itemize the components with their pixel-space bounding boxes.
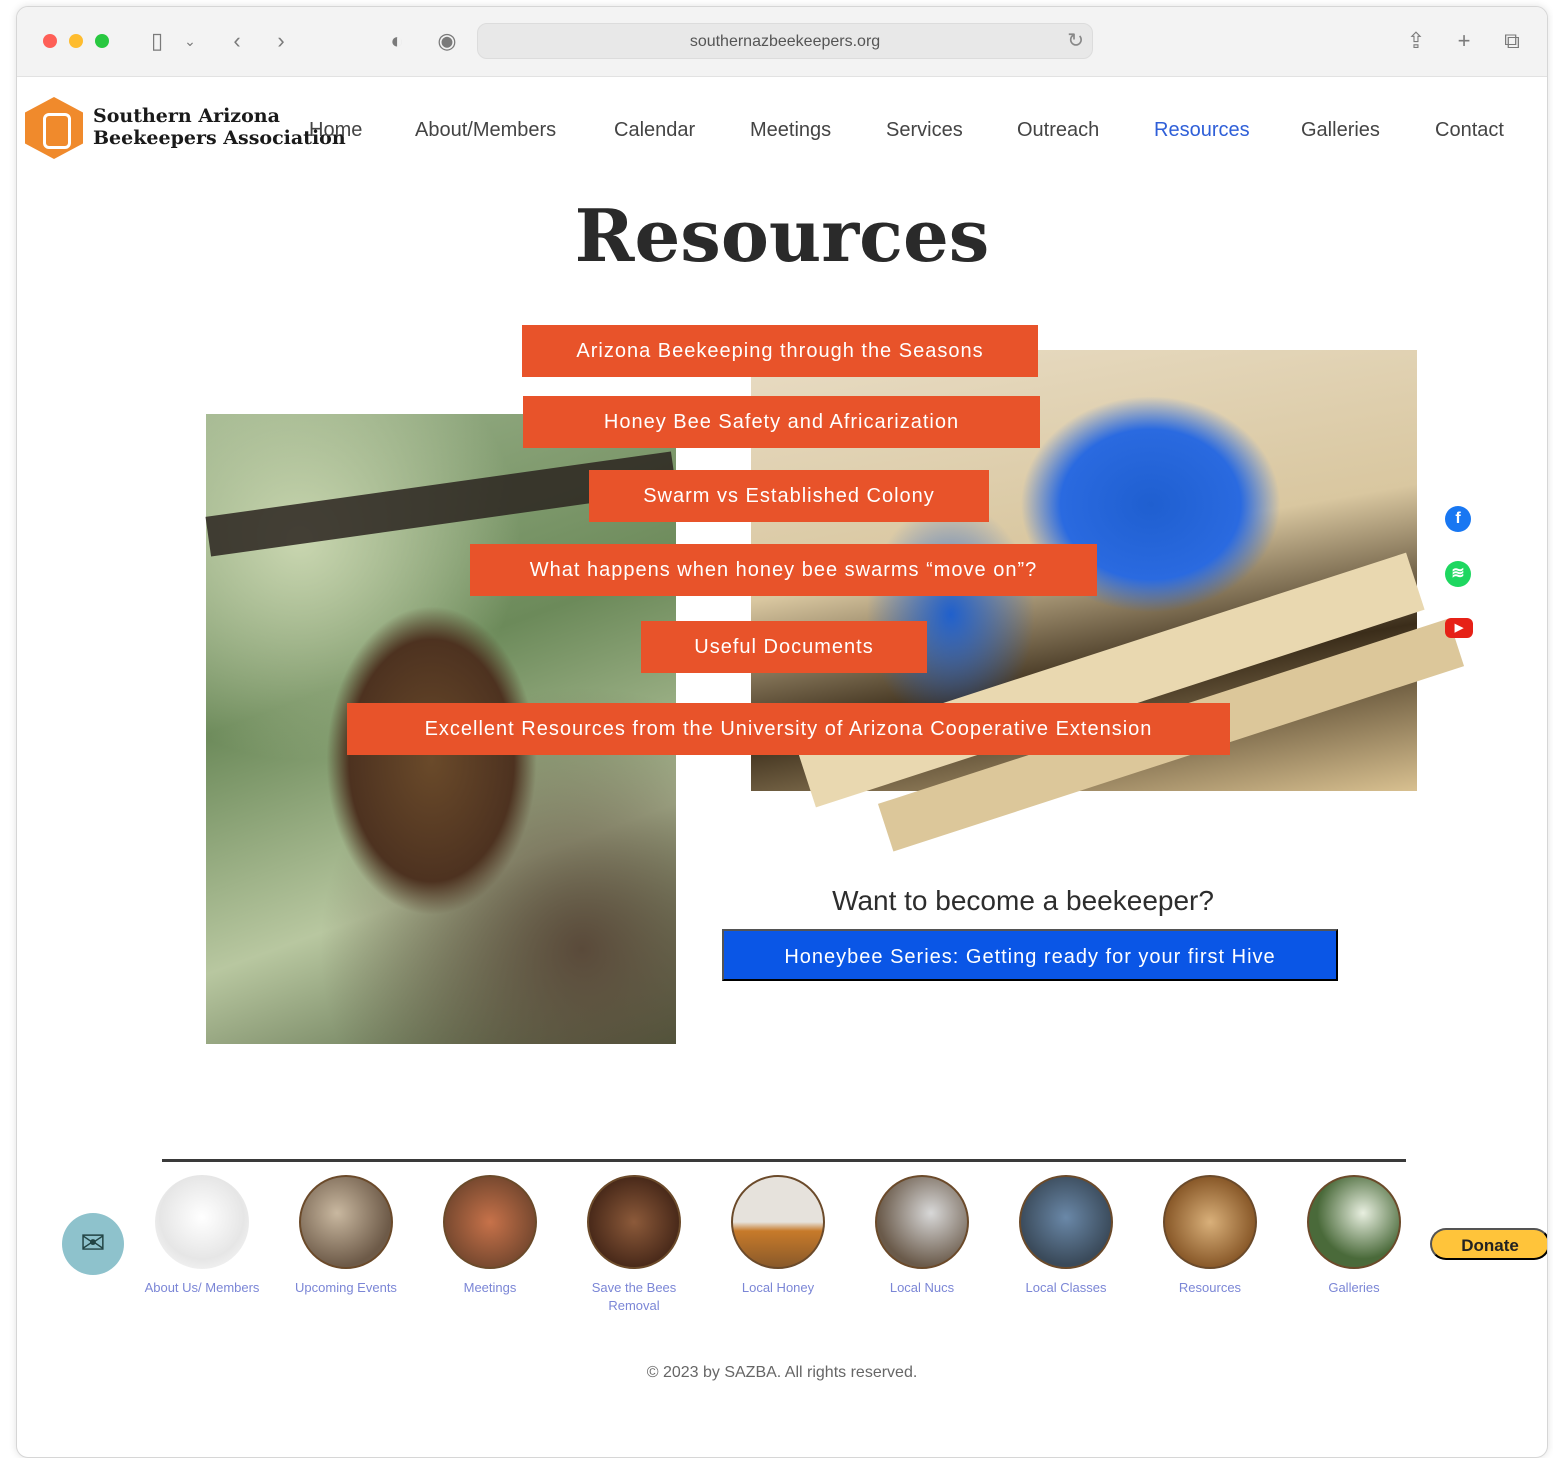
nav-resources[interactable]: Resources bbox=[1154, 119, 1250, 142]
tabs-overview-icon[interactable]: ⧉ bbox=[1499, 27, 1525, 55]
footer-link-local-nucs[interactable]: Local Nucs bbox=[862, 1175, 982, 1297]
footer-link-label: About Us/ Members bbox=[144, 1280, 260, 1295]
nav-galleries[interactable]: Galleries bbox=[1301, 119, 1380, 142]
become-beekeeper-heading: Want to become a beekeeper? bbox=[832, 885, 1214, 916]
nav-contact[interactable]: Contact bbox=[1435, 119, 1504, 142]
resource-button-seasons[interactable]: Arizona Beekeeping through the Seasons bbox=[522, 325, 1038, 377]
spotify-icon[interactable]: ≋ bbox=[1445, 561, 1471, 587]
youtube-icon[interactable]: ▶ bbox=[1445, 618, 1473, 638]
mail-icon[interactable]: ✉ bbox=[62, 1213, 124, 1275]
site-logo-text[interactable]: Southern Arizona Beekeepers Association bbox=[93, 105, 346, 149]
nav-home[interactable]: Home bbox=[309, 119, 362, 142]
footer-link-resources[interactable]: Resources bbox=[1150, 1175, 1270, 1297]
footer-link-label: Local Nucs bbox=[889, 1280, 955, 1295]
reload-icon[interactable]: ↻ bbox=[1067, 28, 1084, 53]
forward-icon[interactable]: › bbox=[269, 27, 293, 55]
minimize-window-button[interactable] bbox=[69, 34, 83, 48]
bee-removal-thumbnail bbox=[587, 1175, 681, 1269]
honeybee-series-button[interactable]: Honeybee Series: Getting ready for your … bbox=[722, 929, 1338, 981]
resource-button-safety[interactable]: Honey Bee Safety and Africarization bbox=[523, 396, 1040, 448]
new-tab-icon[interactable]: + bbox=[1451, 27, 1477, 55]
nav-services[interactable]: Services bbox=[886, 119, 963, 142]
footer-link-upcoming-events[interactable]: Upcoming Events bbox=[286, 1175, 406, 1297]
footer-link-meetings[interactable]: Meetings bbox=[430, 1175, 550, 1297]
footer-link-save-the-bees[interactable]: Save the Bees Removal bbox=[574, 1175, 694, 1315]
sidebar-icon[interactable]: ▯ bbox=[143, 27, 171, 55]
logo-line-2: Beekeepers Association bbox=[93, 127, 346, 149]
footer-link-label: Resources bbox=[1178, 1280, 1242, 1295]
resource-button-university-extension[interactable]: Excellent Resources from the University … bbox=[347, 703, 1230, 755]
close-window-button[interactable] bbox=[43, 34, 57, 48]
page-title: Resources bbox=[574, 193, 990, 278]
galleries-thumbnail bbox=[1307, 1175, 1401, 1269]
footer-link-label: Upcoming Events bbox=[295, 1280, 397, 1295]
logo-line-1: Southern Arizona bbox=[93, 105, 280, 127]
nucs-thumbnail bbox=[875, 1175, 969, 1269]
footer-link-local-honey[interactable]: Local Honey bbox=[718, 1175, 838, 1297]
browser-window: ▯ ⌄ ‹ › ◐ ◉ southernazbeekeepers.org ↻ ⇪… bbox=[16, 6, 1548, 1458]
honey-jars-thumbnail bbox=[731, 1175, 825, 1269]
facebook-icon[interactable]: f bbox=[1445, 506, 1471, 532]
footer-link-label: Save the Bees Removal bbox=[591, 1280, 677, 1313]
url-text: southernazbeekeepers.org bbox=[689, 33, 881, 50]
back-icon[interactable]: ‹ bbox=[225, 27, 249, 55]
logo-icon[interactable] bbox=[25, 97, 83, 159]
resource-button-useful-documents[interactable]: Useful Documents bbox=[641, 621, 927, 673]
extension-icon[interactable]: ◉ bbox=[433, 27, 461, 55]
nav-calendar[interactable]: Calendar bbox=[614, 119, 695, 142]
copyright-text: © 2023 by SAZBA. All rights reserved. bbox=[646, 1364, 918, 1381]
footer-divider bbox=[162, 1159, 1406, 1162]
address-bar[interactable]: southernazbeekeepers.org ↻ bbox=[477, 23, 1093, 59]
nav-about-members[interactable]: About/Members bbox=[415, 119, 556, 142]
events-thumbnail bbox=[299, 1175, 393, 1269]
footer-link-local-classes[interactable]: Local Classes bbox=[1006, 1175, 1126, 1297]
share-icon[interactable]: ⇪ bbox=[1403, 27, 1429, 55]
donate-button[interactable]: Donate bbox=[1430, 1228, 1547, 1260]
nav-outreach[interactable]: Outreach bbox=[1017, 119, 1099, 142]
shield-icon[interactable]: ◐ bbox=[385, 27, 409, 55]
beekeeper-sketch-image bbox=[155, 1175, 249, 1269]
footer-link-label: Local Honey bbox=[741, 1280, 815, 1295]
footer-link-label: Galleries bbox=[1328, 1280, 1380, 1295]
honeycomb-thumbnail bbox=[1163, 1175, 1257, 1269]
meetings-thumbnail bbox=[443, 1175, 537, 1269]
nav-meetings[interactable]: Meetings bbox=[750, 119, 831, 142]
footer-link-label: Local Classes bbox=[1025, 1280, 1107, 1295]
classes-thumbnail bbox=[1019, 1175, 1113, 1269]
footer-link-galleries[interactable]: Galleries bbox=[1294, 1175, 1414, 1297]
footer-link-label: Meetings bbox=[463, 1280, 517, 1295]
browser-toolbar: ▯ ⌄ ‹ › ◐ ◉ southernazbeekeepers.org ↻ ⇪… bbox=[17, 7, 1547, 77]
footer-link-about-members[interactable]: About Us/ Members bbox=[142, 1175, 262, 1297]
zoom-window-button[interactable] bbox=[95, 34, 109, 48]
chevron-down-icon[interactable]: ⌄ bbox=[181, 27, 199, 55]
resource-button-swarms-move-on[interactable]: What happens when honey bee swarms “move… bbox=[470, 544, 1097, 596]
resource-button-swarm-vs-colony[interactable]: Swarm vs Established Colony bbox=[589, 470, 989, 522]
